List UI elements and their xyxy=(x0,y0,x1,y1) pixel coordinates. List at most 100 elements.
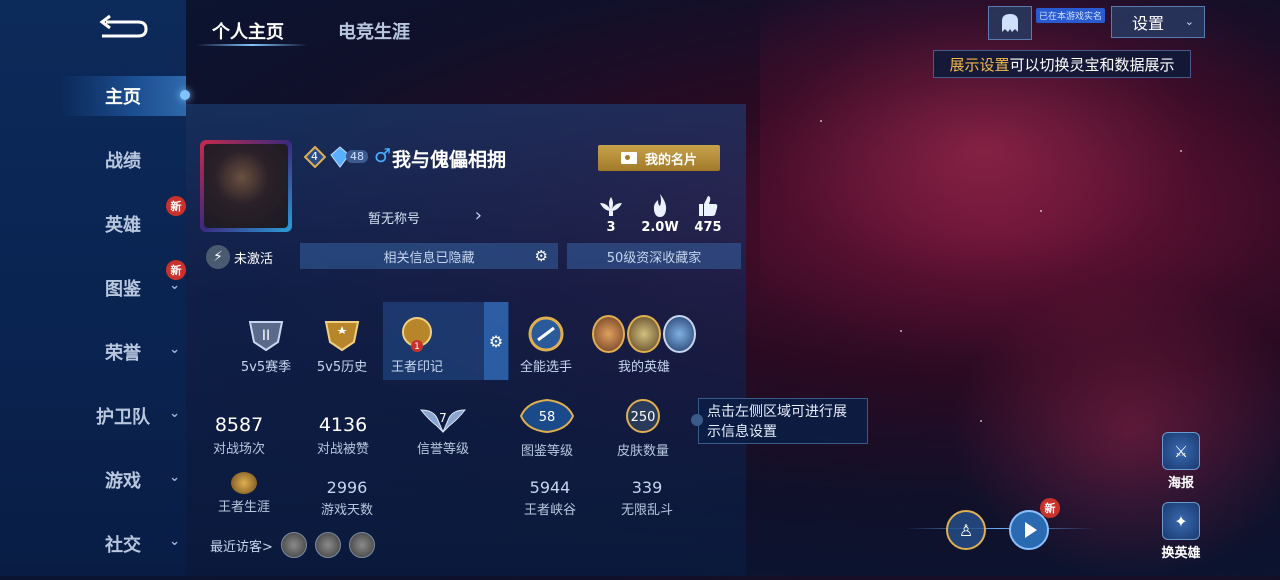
stat-value: 4136 xyxy=(318,414,368,436)
stat-lotus[interactable]: 3 xyxy=(589,192,633,235)
chevron-down-icon: ⌄ xyxy=(169,406,180,421)
tab-esports[interactable]: 电竞生涯 xyxy=(338,18,410,44)
star xyxy=(980,420,982,422)
sidebar-item-label: 战绩 xyxy=(105,151,141,172)
settings-tooltip: 展示设置 可以切换灵宝和数据展示 xyxy=(933,50,1191,78)
svg-text:1: 1 xyxy=(414,342,420,352)
avatar[interactable] xyxy=(200,140,292,232)
visitor-avatar[interactable] xyxy=(348,532,375,558)
hero-portrait-icon xyxy=(627,315,661,353)
visitor-avatar[interactable] xyxy=(280,532,307,558)
star xyxy=(900,330,902,332)
gear-icon: ⚙ xyxy=(488,331,504,351)
skins-count: 250 xyxy=(631,410,656,425)
svg-text:II: II xyxy=(262,328,270,344)
stat-label: 无限乱斗 xyxy=(620,503,673,518)
king-mark-icon: 1 xyxy=(402,317,432,352)
sidebar-item-honor[interactable]: 荣誉 ⌄ xyxy=(60,332,186,372)
walk-action-button[interactable]: ♙ xyxy=(946,510,986,550)
recent-visitors[interactable]: 最近访客> xyxy=(210,532,375,558)
sidebar-item-label: 主页 xyxy=(105,87,141,108)
settings-button[interactable]: 设置 ⌄ xyxy=(1111,6,1205,38)
tab-personal[interactable]: 个人主页 xyxy=(212,18,284,44)
inactive-status[interactable]: ⚡ 未激活 xyxy=(206,244,286,270)
new-badge: 新 xyxy=(166,260,186,280)
hidden-info-bar[interactable]: 相关信息已隐藏 ⚙ xyxy=(300,243,558,269)
change-hero-icon: ✦ xyxy=(1162,502,1200,540)
star xyxy=(1180,150,1182,152)
stat-value: 5944 xyxy=(529,478,571,497)
poster-label: 海报 xyxy=(1167,476,1194,491)
realname-tag: 已在本游戏实名 xyxy=(1036,8,1106,23)
stat-label: 王者峡谷 xyxy=(523,503,576,518)
feature-king-mark[interactable]: 1 王者印记 xyxy=(382,312,452,375)
stat-popularity[interactable]: 2.0W xyxy=(638,192,682,235)
stat-label: 王者生涯 xyxy=(217,500,270,515)
feature-label: 我的英雄 xyxy=(617,360,670,375)
visitor-avatar[interactable] xyxy=(314,532,341,558)
stat-label: 信誉等级 xyxy=(416,442,469,457)
display-settings-gear[interactable]: ⚙ xyxy=(484,302,508,380)
sidebar-item-label: 图鉴 xyxy=(105,279,141,300)
back-arrow-icon[interactable] xyxy=(96,14,150,44)
chevron-down-icon: ⌄ xyxy=(169,470,180,485)
stat-match-likes[interactable]: 4136 对战被赞 xyxy=(298,414,388,457)
season-badge-icon: II xyxy=(248,321,284,352)
stat-career[interactable]: 王者生涯 xyxy=(199,472,289,515)
tab-underline xyxy=(196,44,308,46)
gender-symbol: ♂ xyxy=(374,145,392,167)
collector-bar[interactable]: 50级资深收藏家 xyxy=(567,243,741,269)
chevron-down-icon: ⌄ xyxy=(1184,15,1194,28)
all-rounder-icon xyxy=(528,316,564,352)
ghost-button[interactable] xyxy=(988,6,1032,40)
stat-matches[interactable]: 8587 对战场次 xyxy=(194,414,284,457)
tooltip-pointer xyxy=(691,414,703,426)
sidebar-item-records[interactable]: 战绩 xyxy=(60,140,186,180)
feature-all-rounder[interactable]: 全能选手 xyxy=(511,312,581,375)
active-indicator-dot xyxy=(180,90,190,100)
star xyxy=(1040,210,1042,212)
career-crown-icon xyxy=(231,472,257,494)
stat-chaos[interactable]: 339 无限乱斗 xyxy=(602,478,692,518)
sidebar-item-game[interactable]: 游戏 ⌄ xyxy=(60,460,186,500)
change-hero-label: 换英雄 xyxy=(1161,546,1201,561)
control-line xyxy=(905,528,1095,529)
feature-5v5-history[interactable]: 5v5历史 xyxy=(307,312,377,375)
feature-5v5-season[interactable]: II 5v5赛季 xyxy=(231,312,301,375)
sidebar-item-guard[interactable]: 护卫队 ⌄ xyxy=(60,396,186,436)
thumbs-up-icon xyxy=(699,196,718,216)
stat-lotus-value: 3 xyxy=(606,220,616,235)
stat-likes[interactable]: 475 xyxy=(686,192,730,235)
inactive-label: 未激活 xyxy=(234,251,274,267)
sidebar-item-social[interactable]: 社交 ⌄ xyxy=(60,524,186,564)
sidebar-item-label: 游戏 xyxy=(105,471,141,492)
stat-codex-level[interactable]: 58 图鉴等级 xyxy=(512,396,582,459)
sidebar-item-home[interactable]: 主页 xyxy=(60,76,186,116)
collector-text: 50级资深收藏家 xyxy=(606,250,702,266)
stat-credit[interactable]: 7 信誉等级 xyxy=(408,404,478,457)
stat-days[interactable]: 2996 游戏天数 xyxy=(302,478,392,518)
gear-icon[interactable]: ⚙ xyxy=(535,247,548,265)
my-card-button[interactable]: 我的名片 xyxy=(598,145,720,171)
star xyxy=(820,120,822,122)
flame-icon xyxy=(653,194,667,217)
hero-portrait-icon xyxy=(592,315,626,353)
hidden-info-text: 相关信息已隐藏 xyxy=(383,250,475,266)
feature-label: 5v5历史 xyxy=(316,360,368,375)
poster-icon: ⚔ xyxy=(1162,432,1200,470)
stat-canyon[interactable]: 5944 王者峡谷 xyxy=(505,478,595,518)
change-hero-button[interactable]: ✦ 换英雄 xyxy=(1156,502,1206,561)
stat-likes-value: 475 xyxy=(694,220,722,235)
stat-skins[interactable]: 250 皮肤数量 xyxy=(608,396,678,459)
stat-label: 皮肤数量 xyxy=(616,444,669,459)
credit-wings-icon: 7 xyxy=(419,409,467,434)
title-selector[interactable]: 暂无称号 › xyxy=(300,205,488,229)
feature-label: 王者印记 xyxy=(390,360,443,375)
stat-label: 图鉴等级 xyxy=(520,444,573,459)
poster-button[interactable]: ⚔ 海报 xyxy=(1156,432,1206,491)
chevron-right-icon: › xyxy=(474,205,482,226)
sidebar-item-label: 社交 xyxy=(105,535,141,556)
recent-visitors-label: 最近访客> xyxy=(210,539,273,555)
feature-my-heroes[interactable]: 我的英雄 xyxy=(592,312,696,375)
feature-label: 全能选手 xyxy=(519,360,572,375)
